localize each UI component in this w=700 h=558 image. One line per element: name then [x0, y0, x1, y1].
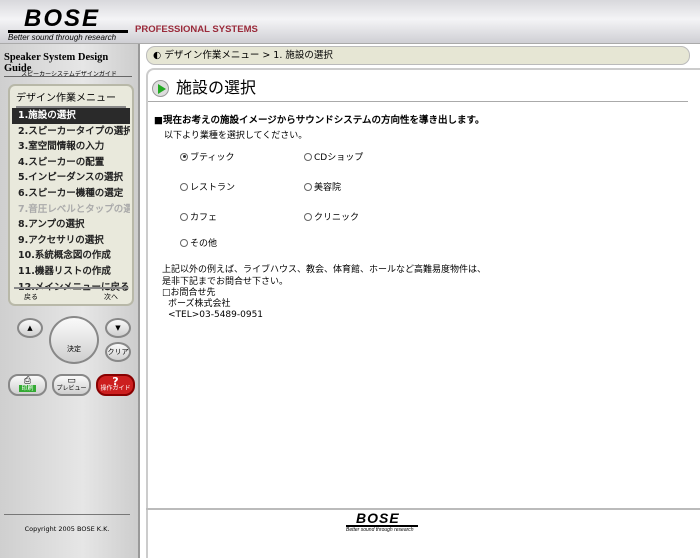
menu-item[interactable]: 4.スピーカーの配置: [12, 155, 130, 171]
page-title-bar: 施設の選択: [148, 76, 688, 102]
down-button[interactable]: ▼: [105, 318, 131, 338]
facility-radio[interactable]: CDショップ: [304, 150, 363, 163]
radio-icon[interactable]: [304, 152, 312, 161]
next-link[interactable]: 次へ: [104, 292, 118, 302]
breadcrumb: ◐ デザイン作業メニュー > 1. 施設の選択: [146, 46, 690, 65]
ok-button[interactable]: 決定: [49, 316, 99, 364]
radio-icon[interactable]: [304, 212, 312, 221]
radio-label: レストラン: [190, 183, 236, 193]
preview-button[interactable]: ▭ プレビュー: [52, 374, 91, 396]
menu-item[interactable]: 8.アンプの選択: [12, 217, 130, 233]
contact-heading: □お問合せ先: [162, 288, 216, 298]
main-panel: 施設の選択 ■現在お考えの施設イメージからサウンドシステムの方向性を導き出します…: [146, 68, 700, 558]
note-line: 是非下記までお問合せ下さい。: [162, 277, 289, 287]
footer-logo-text: BOSE: [346, 511, 418, 527]
header-subtitle: PROFESSIONAL SYSTEMS: [135, 24, 258, 35]
header: BOSE Better sound through research PROFES…: [0, 0, 700, 44]
back-link[interactable]: 戻る: [24, 292, 38, 302]
radio-label: 美容院: [314, 183, 342, 193]
print-button[interactable]: ⎙ 印刷: [8, 374, 47, 396]
footer-tagline: Better sound through research: [346, 527, 414, 533]
sidebar-subtitle: スピーカーシステムデザインガイド: [21, 71, 117, 78]
facility-radio[interactable]: レストラン: [180, 180, 235, 193]
sidebar: Speaker System Design Guide スピーカーシステムデザイ…: [0, 44, 140, 558]
help-guide-button[interactable]: ? 操作ガイド: [96, 374, 135, 396]
radio-label: クリニック: [314, 213, 360, 223]
menu-item: 7.音圧レベルとタップの選択: [18, 203, 130, 215]
logo-tagline: Better sound through research: [8, 33, 117, 42]
note: 上記以外の例えば、ライブハウス、教会、体育館、ホールなど高難易度物件は、 是非下記…: [162, 264, 486, 288]
contact-company: ボーズ株式会社: [168, 299, 231, 309]
facility-radio[interactable]: ブティック: [180, 150, 234, 163]
footer-bose-logo: BOSE Better sound through research: [346, 511, 426, 533]
design-menu: デザイン作業メニュー 1.施設の選択 2.スピーカータイプの選択 3.室空間情報の入…: [8, 84, 134, 306]
page-title: 施設の選択: [176, 78, 257, 97]
facility-radio[interactable]: 美容院: [304, 180, 341, 193]
menu-item[interactable]: 11.機器リストの作成: [12, 264, 130, 280]
menu-item[interactable]: 10.系統概念図の作成: [12, 248, 130, 264]
logo-text: BOSE: [8, 7, 128, 33]
menu-item[interactable]: 5.インピーダンスの選択: [12, 170, 130, 186]
clear-button[interactable]: クリア: [105, 342, 131, 362]
radio-label: ブティック: [190, 153, 235, 163]
bose-logo: BOSE Better sound through research: [8, 7, 133, 42]
printer-icon: ⎙: [23, 376, 32, 386]
up-button[interactable]: ▲: [17, 318, 43, 338]
clear-label: クリア: [107, 348, 129, 356]
radio-label: カフェ: [190, 213, 218, 223]
facility-radio[interactable]: クリニック: [304, 210, 359, 223]
facility-radio[interactable]: カフェ: [180, 210, 217, 223]
radio-icon[interactable]: [180, 238, 188, 247]
facility-radio[interactable]: その他: [180, 236, 217, 249]
radio-icon[interactable]: [180, 212, 188, 221]
radio-label: CDショップ: [314, 153, 364, 163]
instruction-text: 以下より業種を選択してください。: [164, 131, 308, 141]
contact: □お問合せ先 ボーズ株式会社 <TEL>03-5489-0951: [162, 288, 263, 321]
copyright: Copyright 2005 BOSE K.K.: [4, 514, 130, 533]
up-arrow-icon: ▲: [27, 324, 33, 332]
menu-item[interactable]: 6.スピーカー機種の選定: [12, 186, 130, 202]
preview-label: プレビュー: [56, 385, 87, 392]
radio-icon[interactable]: [180, 152, 188, 161]
radio-label: その他: [190, 239, 218, 249]
menu-item[interactable]: 2.スピーカータイプの選択: [12, 124, 130, 140]
down-arrow-icon: ▼: [115, 324, 121, 332]
help-label: 操作ガイド: [100, 385, 131, 392]
preview-icon: ▭: [67, 376, 76, 386]
contact-tel: <TEL>03-5489-0951: [168, 310, 264, 320]
radio-icon[interactable]: [304, 182, 312, 191]
play-icon: [152, 80, 169, 97]
question-icon: ?: [112, 375, 119, 388]
radio-icon[interactable]: [180, 182, 188, 191]
print-label: 印刷: [19, 385, 36, 392]
lead-text: ■現在お考えの施設イメージからサウンドシステムの方向性を導き出します。: [154, 115, 485, 126]
menu-item[interactable]: 3.室空間情報の入力: [12, 139, 130, 155]
menu-item[interactable]: 1.施設の選択: [12, 108, 130, 124]
menu-heading: デザイン作業メニュー: [16, 89, 126, 108]
breadcrumb-text: デザイン作業メニュー > 1. 施設の選択: [164, 50, 333, 61]
footer-divider: [146, 508, 700, 510]
menu-item[interactable]: 9.アクセサリの選択: [12, 233, 130, 249]
ok-label: 決定: [67, 345, 81, 353]
play-circle-icon: ◐: [153, 50, 165, 61]
note-line: 上記以外の例えば、ライブハウス、教会、体育館、ホールなど高難易度物件は、: [162, 265, 487, 275]
